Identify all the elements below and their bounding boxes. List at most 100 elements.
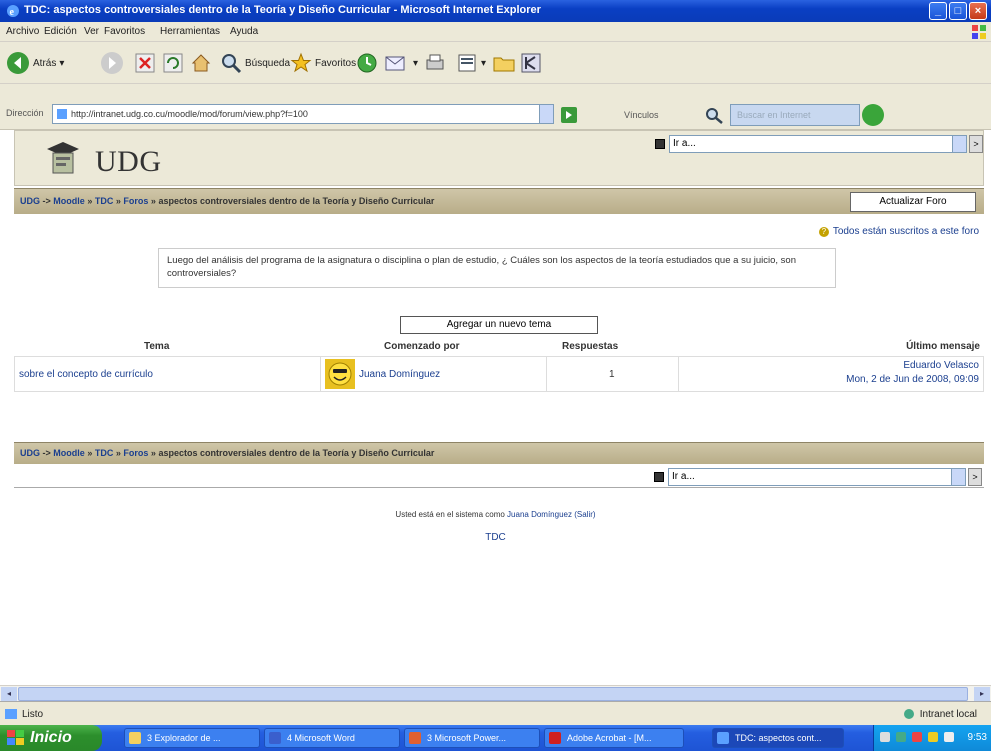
jump-select[interactable]: Ir a... [669, 135, 967, 153]
clock[interactable]: 9:53 [968, 732, 987, 743]
search-toolbar-icon[interactable] [704, 106, 724, 124]
task-powerpoint[interactable]: 3 Microsoft Power... [404, 728, 540, 748]
folder-button[interactable] [492, 50, 516, 76]
replies-count[interactable]: 1 [609, 369, 615, 380]
tray-icon[interactable] [880, 732, 890, 742]
web-search-input[interactable]: Buscar en Internet [730, 104, 860, 126]
avatar[interactable] [325, 359, 355, 389]
breadcrumb-bottom: UDG -> Moodle » TDC » Foros » aspectos c… [20, 448, 434, 458]
web-search-go-button[interactable] [862, 104, 884, 126]
breadcrumb-tdc[interactable]: TDC [95, 448, 114, 458]
subscription-note-text: Todos están suscritos a este foro [832, 226, 979, 237]
windows-flag-icon [7, 730, 24, 745]
task-label: 3 Microsoft Power... [427, 733, 507, 743]
system-tray: 9:53 [873, 725, 991, 751]
table-header: Tema Comenzado por Respuestas Último men… [14, 338, 984, 356]
menu-edicion[interactable]: Edición [44, 26, 77, 37]
status-bar: Listo Intranet local [0, 701, 991, 725]
research-button[interactable] [520, 50, 542, 76]
status-done: Listo [4, 708, 43, 720]
menu-ver[interactable]: Ver [84, 26, 99, 37]
site-logo-text[interactable]: UDG [95, 145, 162, 179]
cell-last-post: Eduardo Velasco Mon, 2 de Jun de 2008, 0… [679, 357, 983, 391]
back-dropdown-icon[interactable]: ▾ [59, 58, 64, 69]
task-explorer[interactable]: 3 Explorador de ... [124, 728, 260, 748]
footer-jump-bar: Ir a... > [14, 466, 984, 488]
subscription-note[interactable]: ? Todos están suscritos a este foro [818, 226, 979, 237]
minimize-button[interactable]: _ [929, 2, 947, 20]
edit-button[interactable]: ▾ [456, 50, 486, 76]
history-button[interactable] [356, 50, 378, 76]
start-button[interactable]: Inicio [0, 725, 102, 751]
course-link[interactable]: TDC [0, 532, 991, 543]
jump-dropdown-icon[interactable] [951, 469, 965, 485]
site-header: UDG Ir a... > [14, 130, 984, 186]
scroll-thumb[interactable] [18, 687, 968, 701]
task-acrobat[interactable]: Adobe Acrobat - [M... [544, 728, 684, 748]
favorites-button[interactable]: Favoritos [290, 50, 356, 76]
links-label[interactable]: Vínculos [624, 110, 659, 120]
edit-dropdown-icon[interactable]: ▾ [481, 58, 486, 69]
ie-task-icon [717, 732, 729, 744]
breadcrumb-udg[interactable]: UDG [20, 196, 40, 206]
jump-to-menu-bottom: Ir a... > [654, 468, 982, 488]
breadcrumb-tdc[interactable]: TDC [95, 196, 114, 206]
close-button[interactable]: × [969, 2, 987, 20]
history-icon [357, 53, 377, 73]
mail-button[interactable]: ▾ [384, 50, 418, 76]
address-input[interactable]: http://intranet.udg.co.cu/moodle/mod/for… [52, 104, 554, 124]
search-button[interactable]: Búsqueda [220, 50, 290, 76]
home-button[interactable] [190, 50, 212, 76]
menu-favoritos[interactable]: Favoritos [104, 26, 145, 37]
col-header-started-by: Comenzado por [384, 341, 460, 352]
menu-herramientas[interactable]: Herramientas [160, 26, 220, 37]
last-post-date[interactable]: Mon, 2 de Jun de 2008, 09:09 [846, 374, 979, 385]
menu-archivo[interactable]: Archivo [6, 26, 39, 37]
start-label: Inicio [30, 729, 72, 746]
task-word[interactable]: 4 Microsoft Word [264, 728, 400, 748]
table-row: sobre el concepto de currículo Juana Dom… [14, 356, 984, 392]
tray-icon[interactable] [944, 732, 954, 742]
logout-link[interactable]: (Salir) [574, 510, 595, 519]
maximize-button[interactable]: □ [949, 2, 967, 20]
login-user-link[interactable]: Juana Domínguez [507, 510, 572, 519]
breadcrumb-moodle[interactable]: Moodle [53, 448, 85, 458]
jump-go-button[interactable]: > [968, 468, 982, 486]
address-dropdown-icon[interactable] [539, 105, 553, 123]
print-button[interactable] [424, 50, 446, 76]
back-button[interactable]: Atrás ▾ [6, 50, 64, 76]
breadcrumb-separator: » [150, 448, 156, 458]
address-bar: Dirección http://intranet.udg.co.cu/mood… [0, 98, 991, 130]
jump-go-button[interactable]: > [969, 135, 983, 153]
breadcrumb-foros[interactable]: Foros [123, 448, 148, 458]
tray-icon[interactable] [896, 732, 906, 742]
stop-button[interactable] [134, 50, 156, 76]
windows-logo-icon [972, 25, 986, 39]
last-post-author[interactable]: Eduardo Velasco [903, 360, 979, 371]
scroll-left-icon[interactable]: ◂ [1, 687, 17, 701]
add-topic-button[interactable]: Agregar un nuevo tema [400, 316, 598, 334]
author-link[interactable]: Juana Domínguez [359, 369, 440, 380]
menu-ayuda[interactable]: Ayuda [230, 26, 258, 37]
horizontal-scrollbar[interactable]: ◂ ▸ [0, 685, 991, 701]
update-forum-button[interactable]: Actualizar Foro [850, 192, 976, 212]
refresh-button[interactable] [162, 50, 184, 76]
task-ie-active[interactable]: TDC: aspectos cont... [712, 728, 844, 748]
search-icon [222, 54, 242, 74]
help-icon: ? [818, 227, 829, 237]
jump-select-bottom[interactable]: Ir a... [668, 468, 966, 486]
tray-icon[interactable] [912, 732, 922, 742]
go-arrow-icon[interactable] [560, 106, 582, 124]
breadcrumb-udg[interactable]: UDG [20, 448, 40, 458]
mail-dropdown-icon[interactable]: ▾ [413, 58, 418, 69]
forward-button[interactable] [100, 50, 124, 76]
search-label: Búsqueda [245, 57, 291, 69]
tray-icon[interactable] [928, 732, 938, 742]
breadcrumb-foros[interactable]: Foros [123, 196, 148, 206]
topic-link[interactable]: sobre el concepto de currículo [19, 369, 153, 380]
breadcrumb-moodle[interactable]: Moodle [53, 196, 85, 206]
jump-dropdown-icon[interactable] [952, 136, 966, 152]
taskbar: Inicio 3 Explorador de ... 4 Microsoft W… [0, 725, 991, 751]
breadcrumb-prefix-separator: -> [42, 448, 51, 458]
scroll-right-icon[interactable]: ▸ [974, 687, 990, 701]
